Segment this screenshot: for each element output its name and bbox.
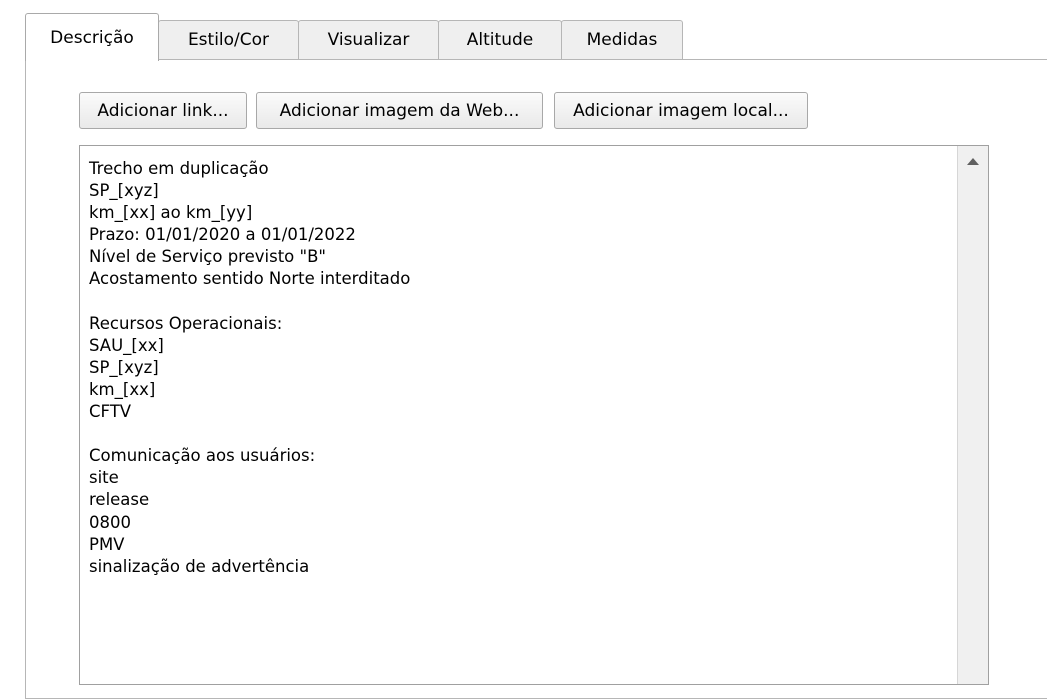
description-line: Prazo: 01/01/2020 a 01/01/2022	[89, 225, 356, 245]
description-line: sinalização de advertência	[89, 556, 310, 576]
description-line	[89, 423, 948, 445]
add-local-image-button[interactable]: Adicionar imagem local...	[554, 92, 808, 129]
description-line: Acostamento sentido Norte interditado	[89, 269, 411, 289]
description-line: release	[89, 490, 150, 510]
description-line: Nível de Serviço previsto "B"	[89, 247, 327, 267]
tab-label: Medidas	[586, 30, 658, 50]
description-line: SP_[xyz]	[89, 357, 159, 377]
description-line: 0800	[89, 512, 131, 532]
description-line: km_[xx]	[89, 379, 156, 399]
description-line: CFTV	[89, 402, 132, 422]
description-line: Comunicação aos usuários:	[89, 446, 316, 466]
tab-visualizar[interactable]: Visualizar	[298, 20, 439, 59]
tab-estilo-cor[interactable]: Estilo/Cor	[158, 20, 299, 59]
description-line: site	[89, 468, 119, 488]
tab-label: Descrição	[50, 27, 134, 48]
tab-label: Visualizar	[327, 30, 410, 50]
tab-label: Estilo/Cor	[187, 30, 270, 50]
description-line: km_[xx] ao km_[yy]	[89, 203, 253, 223]
triangle-up-icon	[967, 157, 979, 165]
scroll-up-button[interactable]	[958, 146, 988, 176]
description-line: Trecho em duplicação	[89, 159, 269, 178]
description-line: SP_[xyz]	[89, 181, 159, 201]
description-line: PMV	[89, 534, 125, 554]
add-web-image-button[interactable]: Adicionar imagem da Web...	[256, 92, 543, 129]
description-textarea[interactable]: Trecho em duplicação SP_[xyz] km_[xx] ao…	[79, 145, 989, 685]
description-line	[89, 291, 948, 313]
tab-label: Altitude	[466, 30, 534, 50]
description-text: Trecho em duplicação SP_[xyz] km_[xx] ao…	[89, 158, 948, 578]
tab-medidas[interactable]: Medidas	[561, 20, 683, 59]
description-line: SAU_[xx]	[89, 335, 164, 355]
tab-descricao[interactable]: Descrição	[25, 13, 159, 61]
add-link-button[interactable]: Adicionar link...	[79, 92, 247, 129]
tab-altitude[interactable]: Altitude	[438, 20, 562, 59]
vertical-scrollbar[interactable]	[957, 146, 988, 684]
description-line: Recursos Operacionais:	[89, 313, 283, 333]
